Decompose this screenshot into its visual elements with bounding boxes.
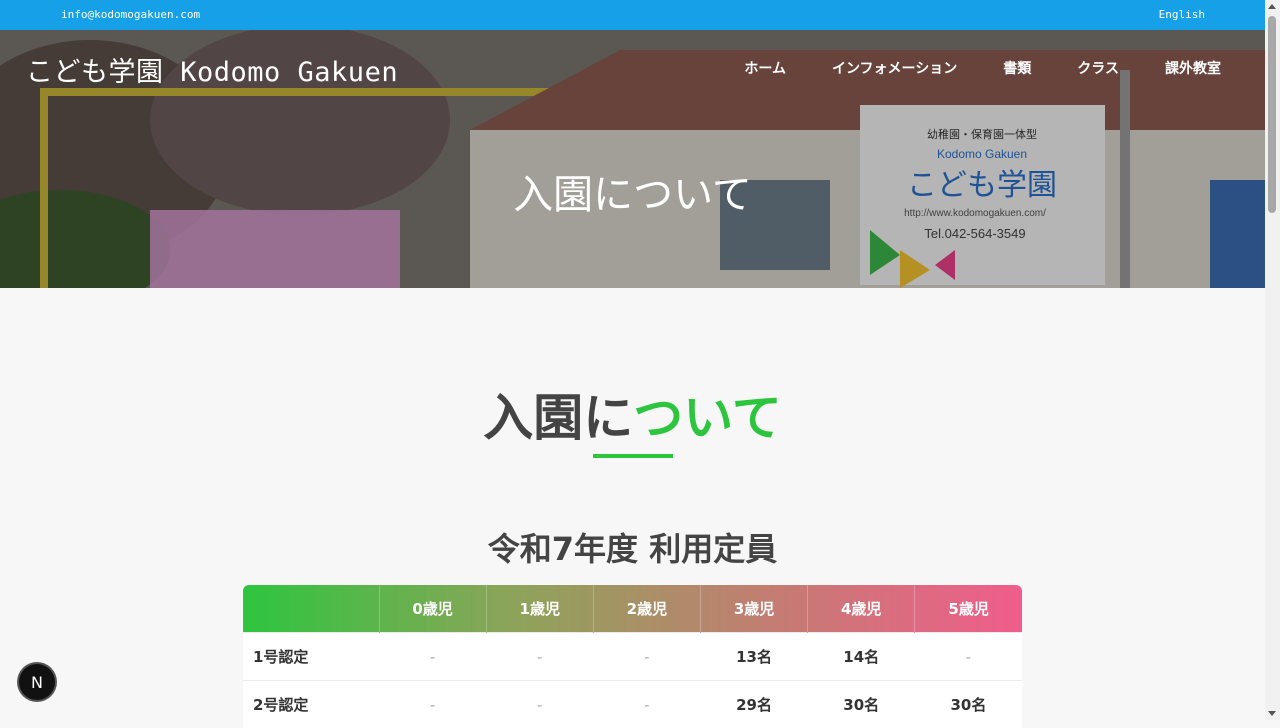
page-scrollbar[interactable] xyxy=(1265,0,1280,720)
nav-documents[interactable]: 書類 xyxy=(1003,58,1031,78)
table-header-cell xyxy=(243,585,379,633)
nav-classes[interactable]: クラス xyxy=(1077,58,1119,78)
table-cell: 14名 xyxy=(808,633,915,681)
table-cell: 13名 xyxy=(700,633,807,681)
table-cell: - xyxy=(593,681,700,728)
table-header-cell: 0歳児 xyxy=(379,585,486,633)
scrollbar-thumb[interactable] xyxy=(1268,16,1276,213)
capacity-table: 0歳児 1歳児 2歳児 3歳児 4歳児 5歳児 1号認定 - - - 13名 1… xyxy=(243,585,1022,728)
section-title: 入園について xyxy=(0,378,1265,450)
table-cell: - xyxy=(915,633,1022,681)
table-header-cell: 2歳児 xyxy=(593,585,700,633)
language-switch-link[interactable]: English xyxy=(1159,8,1205,21)
table-header-cell: 1歳児 xyxy=(486,585,593,633)
nav-home[interactable]: ホーム xyxy=(744,58,786,78)
table-cell: - xyxy=(486,681,593,728)
table-row: 1号認定 - - - 13名 14名 - xyxy=(243,633,1022,681)
nav-extracurricular[interactable]: 課外教室 xyxy=(1165,58,1221,78)
contact-email[interactable]: info@kodomogakuen.com xyxy=(61,8,200,21)
table-cell: - xyxy=(379,681,486,728)
table-cell: - xyxy=(486,633,593,681)
hero-banner: こども学園 幼稚園・保育園一体型 Kodomo Gakuen http://ww… xyxy=(0,30,1265,288)
badge-letter: N xyxy=(31,673,43,692)
section-title-accent: ついて xyxy=(633,389,782,447)
table-cell: 30名 xyxy=(808,681,915,728)
row-label: 1号認定 xyxy=(243,633,379,681)
table-header-row: 0歳児 1歳児 2歳児 3歳児 4歳児 5歳児 xyxy=(243,585,1022,633)
top-bar: info@kodomogakuen.com English xyxy=(0,0,1265,30)
table-header-cell: 5歳児 xyxy=(915,585,1022,633)
table-cell: 29名 xyxy=(700,681,807,728)
capacity-heading: 令和7年度 利用定員 xyxy=(0,524,1265,570)
table-cell: - xyxy=(379,633,486,681)
section-title-main: 入園に xyxy=(483,389,633,447)
table-cell: - xyxy=(593,633,700,681)
table-row: 2号認定 - - - 29名 30名 30名 xyxy=(243,681,1022,728)
table-header-cell: 4歳児 xyxy=(808,585,915,633)
table-header-cell: 3歳児 xyxy=(700,585,807,633)
main-nav: ホーム インフォメーション 書類 クラス 課外教室 xyxy=(744,58,1221,78)
scroll-up-icon[interactable] xyxy=(1268,4,1276,9)
row-label: 2号認定 xyxy=(243,681,379,728)
site-logo[interactable]: こども学園 Kodomo Gakuen xyxy=(26,50,398,89)
nav-information[interactable]: インフォメーション xyxy=(832,58,957,78)
table-cell: 30名 xyxy=(915,681,1022,728)
nextjs-dev-badge-icon[interactable]: N xyxy=(19,664,55,700)
hero-title: 入園について xyxy=(0,162,1265,220)
title-underline xyxy=(593,454,673,458)
scroll-down-icon[interactable] xyxy=(1268,711,1276,716)
